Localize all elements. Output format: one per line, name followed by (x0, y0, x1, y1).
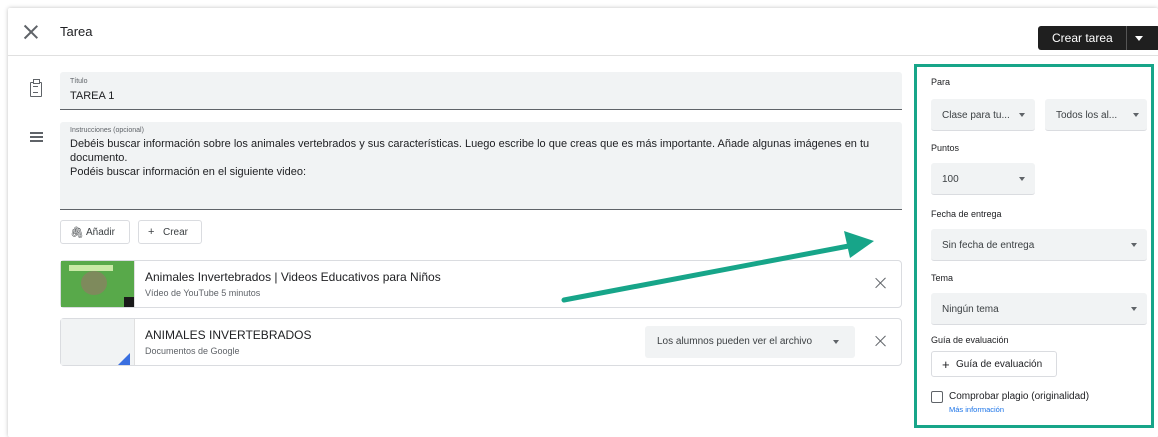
assignment-dialog: Tarea Crear tarea Título TAREA 1 Instruc… (8, 8, 1158, 437)
chevron-down-icon (1131, 307, 1137, 311)
chevron-down-icon (1133, 113, 1139, 117)
topic-label: Tema (931, 273, 954, 283)
points-label: Puntos (931, 143, 960, 153)
rubric-button-label: Guía de evaluación (956, 359, 1043, 370)
students-select[interactable]: Todos los al... (1045, 99, 1147, 131)
students-value: Todos los al... (1056, 110, 1118, 121)
points-value: 100 (942, 174, 959, 185)
add-rubric-button[interactable]: + Guía de evaluación (931, 351, 1057, 377)
due-label: Fecha de entrega (931, 209, 1002, 219)
topic-value: Ningún tema (942, 304, 999, 315)
plagiarism-label: Comprobar plagio (originalidad) (949, 391, 1090, 402)
class-value: Clase para tu... (942, 110, 1010, 121)
rubric-label: Guía de evaluación (931, 335, 1009, 345)
class-select[interactable]: Clase para tu... (931, 99, 1035, 131)
topic-select[interactable]: Ningún tema (931, 293, 1147, 325)
chevron-down-icon (1019, 177, 1025, 181)
due-value: Sin fecha de entrega (942, 240, 1035, 251)
due-date-select[interactable]: Sin fecha de entrega (931, 229, 1147, 261)
points-select[interactable]: 100 (931, 163, 1035, 195)
chevron-down-icon (1131, 243, 1137, 247)
for-label: Para (931, 77, 951, 87)
plagiarism-checkbox[interactable] (931, 391, 943, 403)
more-info-link[interactable]: Más información (949, 405, 1004, 414)
plus-icon: + (942, 357, 950, 372)
chevron-down-icon (1019, 113, 1025, 117)
settings-panel: Para Clase para tu... Todos los al... Pu… (914, 64, 1154, 428)
